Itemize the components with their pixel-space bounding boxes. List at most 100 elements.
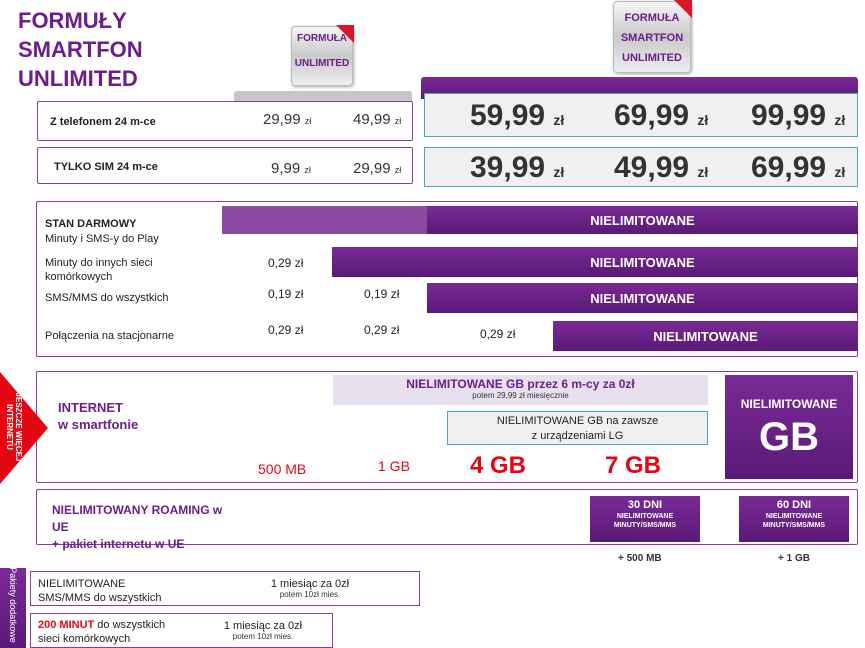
sms-value: NIELIMITOWANE <box>590 290 695 306</box>
landline-fee-1: 0,29 zł <box>268 323 304 337</box>
roaming-label-line-1: NIELIMITOWANY ROAMING w <box>52 503 223 517</box>
phone-price-3: 59,99 zł <box>470 99 564 133</box>
package-sms-after: potem 10zł mies. <box>279 590 341 599</box>
roaming-30-extra: + 500 MB <box>618 553 662 564</box>
extra-internet-corner-label: JESZCZE WIĘCEJ INTERNETU <box>5 375 23 479</box>
internet-label-line-2: w smartfonie <box>58 417 139 432</box>
package-sms-line-2: SMS/MMS do wszystkich <box>38 592 162 604</box>
roaming-30-sub-1: NIELIMITOWANE <box>616 513 674 520</box>
minutes-value: NIELIMITOWANE <box>590 254 695 270</box>
unlimited-gb-box: NIELIMITOWANE GB <box>725 375 853 479</box>
title-line-2: SMARTFON <box>18 37 143 62</box>
formula-unlimited-badge: FORMUŁA UNLIMITED <box>291 25 354 86</box>
internet-1gb: 1 GB <box>378 458 410 474</box>
package-sms-line-1: NIELIMITOWANE <box>38 578 126 590</box>
currency: zł <box>697 112 709 128</box>
extra-internet-corner-text: JESZCZE WIĘCEJ INTERNETU <box>5 392 23 462</box>
package-minutes-count: 200 MINUT <box>38 619 95 631</box>
roaming-label-line-2: UE <box>52 520 69 534</box>
phone-price-1-value: 29,99 <box>263 111 301 128</box>
internet-label-line-1: INTERNET <box>58 400 123 415</box>
currency: zł <box>553 112 565 128</box>
badge-right-line-3: UNLIMITED <box>622 52 682 64</box>
formula-smartfon-unlimited-badge: FORMUŁA SMARTFON UNLIMITED <box>613 0 692 73</box>
internet-7gb: 7 GB <box>605 452 662 479</box>
landline-fee-2: 0,29 zł <box>364 323 400 337</box>
sms-fee-2: 0,19 zł <box>364 287 400 301</box>
roaming-60-sub-2: MINUTY/SMS/MMS <box>762 522 826 529</box>
sms-bar: NIELIMITOWANE <box>427 283 858 313</box>
landline-value: NIELIMITOWANE <box>653 328 758 344</box>
phone-price-3-value: 59,99 <box>470 99 546 132</box>
phone-price-5: 99,99 zł <box>751 99 845 133</box>
roaming-60-days: 60 DNI <box>776 499 812 511</box>
internet-label: INTERNET w smartfonie <box>58 399 138 433</box>
stan-bar-left <box>222 206 427 234</box>
minutes-bar: NIELIMITOWANE <box>332 247 858 277</box>
phone-row-label: Z telefonem 24 m-ce <box>50 116 156 128</box>
landline-bar: NIELIMITOWANE <box>553 321 858 351</box>
sim-price-4: 49,99 zł <box>614 151 708 185</box>
promo-box: NIELIMITOWANE GB przez 6 m-cy za 0zł pot… <box>333 375 708 405</box>
minutes-label: Minuty do innych sieci komórkowych <box>45 257 153 283</box>
roaming-60-sub-1: NIELIMITOWANE <box>765 513 823 520</box>
sim-price-5: 69,99 zł <box>751 151 845 185</box>
currency: zł <box>697 164 709 180</box>
sim-price-1: 9,99 zł <box>271 160 311 177</box>
title-line-3: UNLIMITED <box>18 66 138 91</box>
package-minutes-line-2: sieci komórkowych <box>38 633 131 645</box>
title-line-1: FORMUŁY <box>18 8 127 33</box>
package-sms-offer-text: 1 miesiąc za 0zł <box>270 578 350 590</box>
currency: zł <box>834 164 846 180</box>
roaming-30-sub-2: MINUTY/SMS/MMS <box>613 522 677 529</box>
currency: zł <box>394 165 402 175</box>
phone-price-1: 29,99 zł <box>263 111 311 128</box>
package-minutes-line-1: do wszystkich <box>94 619 166 631</box>
sim-price-1-value: 9,99 <box>271 160 301 177</box>
stan-sub: Minuty i SMS-y do Play <box>45 233 159 245</box>
badge-left-line-2: UNLIMITED <box>294 58 350 69</box>
phone-price-2-value: 49,99 <box>353 111 391 128</box>
stan-title: STAN DARMOWY <box>45 218 137 230</box>
roaming-60-box: 60 DNI NIELIMITOWANE MINUTY/SMS/MMS <box>739 496 849 542</box>
sim-price-2-value: 29,99 <box>353 160 391 177</box>
package-sms-label: NIELIMITOWANE SMS/MMS do wszystkich <box>38 577 161 605</box>
package-minutes-after: potem 10zł mies. <box>232 632 294 641</box>
package-sms-offer: 1 miesiąc za 0zł potem 10zł mies. <box>255 578 365 599</box>
roaming-label-line-3: + pakiet internetu w UE <box>52 537 185 551</box>
phone-price-5-value: 99,99 <box>751 99 827 132</box>
roaming-60-extra: + 1 GB <box>778 553 810 564</box>
lg-line-2: z urządzeniami LG <box>531 430 624 442</box>
currency: zł <box>304 116 312 126</box>
roaming-label: NIELIMITOWANY ROAMING w UE + pakiet inte… <box>52 502 222 553</box>
internet-500mb: 500 MB <box>258 461 307 477</box>
landline-label: Połączenia na stacjonarne <box>45 330 175 342</box>
phone-price-2: 49,99 zł <box>353 111 401 128</box>
currency: zł <box>553 164 565 180</box>
currency: zł <box>394 116 402 126</box>
sms-fee-1: 0,19 zł <box>268 287 304 301</box>
package-minutes-offer-text: 1 miesiąc za 0zł <box>223 620 303 632</box>
lg-box: NIELIMITOWANE GB na zawsze z urządzeniam… <box>447 411 708 445</box>
sim-row-label: TYLKO SIM 24 m-ce <box>54 161 158 173</box>
sim-price-3: 39,99 zł <box>470 151 564 185</box>
roaming-30-days: 30 DNI <box>627 499 663 511</box>
badge-right-line-1: FORMUŁA <box>624 12 680 24</box>
unlimited-gb-value: GB <box>759 415 819 459</box>
column-header-left <box>234 91 412 101</box>
badge-right-line-2: SMARTFON <box>620 32 684 44</box>
internet-4gb: 4 GB <box>470 452 527 479</box>
roaming-30-box: 30 DNI NIELIMITOWANE MINUTY/SMS/MMS <box>590 496 700 542</box>
phone-price-4: 69,99 zł <box>614 99 708 133</box>
sim-price-5-value: 69,99 <box>751 151 827 184</box>
stan-value: NIELIMITOWANE <box>590 212 695 228</box>
sim-price-3-value: 39,99 <box>470 151 546 184</box>
badge-left-line-1: FORMUŁA <box>297 33 347 44</box>
sms-label: SMS/MMS do wszystkich <box>45 292 169 304</box>
currency: zł <box>834 112 846 128</box>
promo-sub: potem 29,99 zł miesięcznie <box>472 391 569 400</box>
minutes-fee: 0,29 zł <box>268 256 304 270</box>
phone-price-4-value: 69,99 <box>614 99 690 132</box>
packages-side-label: Pakiety dodatkowe <box>8 567 18 643</box>
package-minutes-label: 200 MINUT do wszystkich sieci komórkowyc… <box>38 618 165 646</box>
